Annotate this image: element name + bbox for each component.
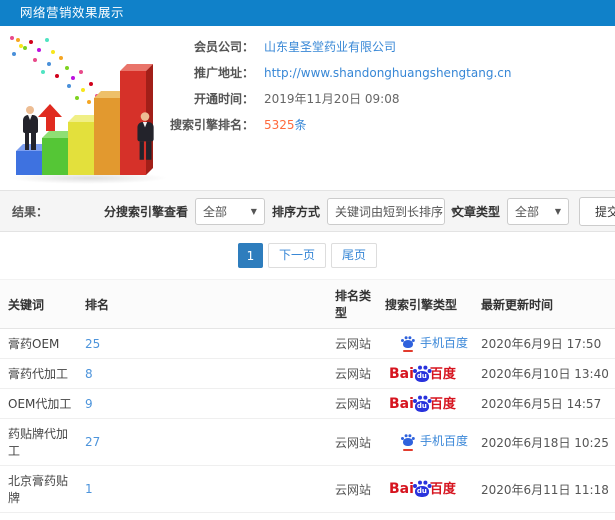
promo-url-label: 推广地址： [193,66,254,80]
mobile-baidu-logo: 手机百度 [401,335,468,353]
rank-type-cell: 云网站 [330,465,380,513]
promo-url-row: 推广地址： http://www.shandonghuangshengtang.… [168,64,511,81]
rank-link[interactable]: 25 [85,337,100,351]
businessman-figure-left [22,106,38,150]
updated-cell: 2020年6月10日 13:40 [476,358,615,389]
engine-rank-unit-link[interactable]: 条 [295,116,307,133]
company-row: 会员公司： 山东皇圣堂药业有限公司 [168,38,511,55]
table-row: 枣庄膏药加工 1,4,6 云网站 手机百度 2020年6月18日 10:19 [0,512,615,520]
col-rank-type: 排名类型 [330,279,380,329]
confetti-decoration [10,36,14,40]
baidu-paw-icon: du [412,481,432,497]
result-label: 结果： [12,204,49,219]
sort-label: 排序方式 [271,204,320,219]
updated-cell: 2020年6月18日 10:25 [476,418,615,466]
rank-link[interactable]: 8 [85,367,93,381]
updated-cell: 2020年6月11日 11:18 [476,465,615,513]
article-type-value: 全部 [514,204,539,219]
table-row: OEM代加工 9 云网站 Bai du 百度 2020年6月5日 14:57 [0,388,615,419]
filter-bar: 结果： 分搜索引擎查看 全部 ▼ 排序方式 关键词由短到长排序 ▼ 文章类型 全… [0,190,615,232]
baidu-paw-icon: du [412,396,432,412]
page-number-current[interactable]: 1 [237,243,263,268]
rank-link[interactable]: 1 [85,482,93,496]
engine-rank-count: 5325 [264,117,295,132]
info-panel: 会员公司： 山东皇圣堂药业有限公司 推广地址： http://www.shand… [168,38,511,142]
updated-cell: 2020年6月18日 10:19 [476,512,615,520]
col-engine-type: 搜索引擎类型 [380,279,476,329]
filter-controls: 分搜索引擎查看 全部 ▼ 排序方式 关键词由短到长排序 ▼ 文章类型 全部 ▼ … [103,196,615,226]
rank-type-cell: 云网站 [330,358,380,389]
engine-filter-value: 全部 [202,204,227,219]
opened-time-label: 开通时间： [193,92,254,106]
keyword-cell: 药贴牌代加工 [0,418,80,466]
rank-link[interactable]: 27 [85,435,100,449]
opened-time-row: 开通时间： 2019年11月20日 09:08 [168,90,511,107]
baidu-paw-icon [401,434,415,447]
baidu-paw-icon: du [412,366,432,382]
company-label: 会员公司： [193,40,254,54]
engine-filter-select[interactable]: 全部 ▼ [194,197,265,225]
baidu-logo: Bai du 百度 [389,481,456,497]
chart-bar-blue [16,151,42,175]
table-row: 药贴牌代加工 27 云网站 手机百度 2020年6月18日 10:25 [0,418,615,466]
up-arrow-icon [38,104,62,131]
mobile-baidu-logo: 手机百度 [401,434,468,451]
keyword-cell: OEM代加工 [0,388,80,419]
table-header-row: 关键词 排名 排名类型 搜索引擎类型 最新更新时间 [0,279,615,329]
rank-type-cell: 云网站 [330,388,380,419]
keyword-cell: 膏药OEM [0,328,80,359]
table-row: 膏药代加工 8 云网站 Bai du 百度 2020年6月10日 13:40 [0,358,615,389]
rank-type-cell: 云网站 [330,512,380,520]
keyword-cell: 枣庄膏药加工 [0,512,80,520]
page-title: 网络营销效果展示 [20,5,125,20]
chevron-down-icon: ▼ [250,206,257,216]
engine-filter-label: 分搜索引擎查看 [103,204,188,219]
opened-time-value: 2019年11月20日 09:08 [264,92,400,106]
businessman-figure-right [136,112,154,160]
keyword-cell: 北京膏药贴牌 [0,465,80,513]
sort-value: 关键词由短到长排序 [334,204,443,219]
article-type-label: 文章类型 [451,204,500,219]
next-page-button[interactable]: 下一页 [267,243,326,268]
engine-rank-row: 搜索引擎排名： 5325 条 [168,116,511,133]
submit-button[interactable]: 提交 [578,196,615,226]
updated-cell: 2020年6月9日 17:50 [476,328,615,359]
baidu-logo: Bai du 百度 [389,395,456,412]
rank-type-cell: 云网站 [330,418,380,466]
pagination: 1 下一页 尾页 [0,232,615,279]
sort-select[interactable]: 关键词由短到长排序 ▼ [326,197,457,225]
engine-rank-label: 搜索引擎排名： [169,118,254,132]
keyword-cell: 膏药代加工 [0,358,80,389]
company-link[interactable]: 山东皇圣堂药业有限公司 [264,38,396,55]
chart-bar-green [42,138,68,175]
table-row: 北京膏药贴牌 1 云网站 Bai du 百度 2020年6月11日 11:18 [0,465,615,513]
col-rank: 排名 [80,279,330,329]
baidu-paw-icon [401,336,415,349]
rank-type-cell: 云网站 [330,328,380,359]
col-updated: 最新更新时间 [476,279,615,329]
last-page-button[interactable]: 尾页 [331,243,378,268]
header-bar: 网络营销效果展示 [0,0,615,26]
chart-bar-orange [94,98,120,175]
chevron-down-icon: ▼ [554,206,561,216]
promo-url-link[interactable]: http://www.shandonghuangshengtang.cn [264,66,511,80]
col-keyword: 关键词 [0,279,80,329]
rank-link[interactable]: 9 [85,397,93,411]
chart-bar-yellow [68,122,94,175]
table-row: 膏药OEM 25 云网站 手机百度 2020年6月9日 17:50 [0,328,615,359]
growth-chart-illustration [4,32,186,188]
summary-section: 会员公司： 山东皇圣堂药业有限公司 推广地址： http://www.shand… [0,26,615,190]
updated-cell: 2020年6月5日 14:57 [476,388,615,419]
baidu-logo: Bai du 百度 [389,365,456,382]
results-table: 关键词 排名 排名类型 搜索引擎类型 最新更新时间 膏药OEM 25 云网站 手… [0,279,615,520]
article-type-select[interactable]: 全部 ▼ [506,197,569,225]
